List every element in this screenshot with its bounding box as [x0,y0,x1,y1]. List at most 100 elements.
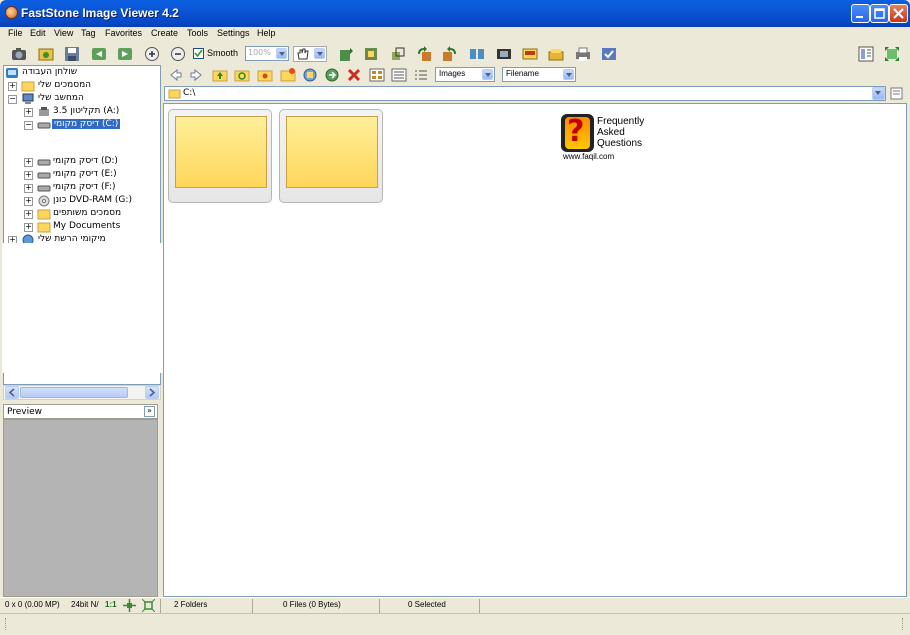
expand-icon[interactable]: + [24,171,33,180]
tree-item-label: דיסק מקומי (E:) [53,169,117,179]
tree-item-my-documents-en[interactable]: + My Documents [24,221,160,233]
zoom-in-icon[interactable] [144,46,160,62]
hand-tool-select[interactable] [293,46,327,62]
collapse-icon[interactable]: − [8,95,17,104]
thumbnail-browser[interactable] [163,103,907,597]
fullscreen-icon[interactable] [884,46,900,62]
compare-icon[interactable] [469,46,485,62]
menu-file[interactable]: File [8,28,23,38]
smooth-checkbox[interactable] [193,48,204,59]
layout-icon[interactable] [858,46,874,62]
address-path: C:\ [183,88,196,98]
rotate-cw-icon[interactable] [442,46,458,62]
expand-icon[interactable]: + [8,82,17,91]
tree-item-floppy-a[interactable]: + תקליטון 3.5 (A:) [24,106,160,118]
expand-icon[interactable]: + [24,210,33,219]
tree-item-local-disk-f[interactable]: + דיסק מקומי (F:) [24,182,160,194]
scroll-left-icon[interactable] [5,386,19,399]
crop-icon[interactable] [363,46,379,62]
sort-by-select[interactable]: Filename [502,67,576,82]
details-view-icon[interactable] [413,67,429,83]
print-icon[interactable] [575,46,591,62]
menu-favorites[interactable]: Favorites [105,28,142,38]
previous-icon[interactable] [91,46,107,62]
title-bar[interactable]: FastStone Image Viewer 4.2 [0,0,910,27]
rotate-left-icon[interactable] [338,46,354,62]
resize-icon[interactable] [390,46,406,62]
menu-tools[interactable]: Tools [187,28,208,38]
zoom-select[interactable]: 100% [245,46,289,61]
refresh-folder-icon[interactable] [234,67,250,83]
hard-drive-icon [37,119,51,131]
up-folder-icon[interactable] [212,67,228,83]
collapse-icon[interactable]: − [24,121,33,130]
tree-item-local-disk-c[interactable]: − דיסק מקומי (C:) [24,119,160,131]
copy-to-icon[interactable] [302,67,318,83]
email-icon[interactable] [522,46,538,62]
delete-icon[interactable] [346,67,362,83]
next-icon[interactable] [117,46,133,62]
status-separator [379,599,380,613]
zoom-dropdown-arrow-icon[interactable] [276,48,287,59]
expand-icon[interactable]: + [24,108,33,117]
menu-create[interactable]: Create [151,28,178,38]
scrollbar-thumb[interactable] [20,387,128,398]
app-icon[interactable] [5,6,18,19]
expand-icon[interactable]: + [24,197,33,206]
open-folder-icon[interactable] [38,46,54,62]
settings-icon[interactable] [601,46,617,62]
tree-horizontal-scrollbar[interactable] [3,385,161,400]
sort-dropdown-arrow-icon[interactable] [563,69,574,80]
tree-item-shared-documents[interactable]: + מסמכים משותפים [24,208,160,220]
favorite-folder-icon[interactable] [257,67,273,83]
window-title: FastStone Image Viewer 4.2 [21,6,179,20]
grip-left-icon [5,618,7,630]
tree-item-label: תקליטון 3.5 (A:) [53,106,120,116]
menu-view[interactable]: View [54,28,73,38]
address-bar[interactable]: C:\ [164,86,886,101]
menu-help[interactable]: Help [257,28,276,38]
tree-item-local-disk-e[interactable]: + דיסק מקומי (E:) [24,169,160,181]
expand-icon[interactable]: + [24,184,33,193]
slideshow-icon[interactable] [496,46,512,62]
folder-options-icon[interactable] [889,86,904,101]
maximize-button[interactable] [870,4,889,23]
save-icon[interactable] [64,46,80,62]
move-to-icon[interactable] [324,67,340,83]
scroll-right-icon[interactable] [145,386,159,399]
menu-edit[interactable]: Edit [30,28,46,38]
zoom-out-icon[interactable] [170,46,186,62]
expand-icon[interactable]: + [24,158,33,167]
rotate-ccw-icon[interactable] [416,46,432,62]
menu-tag[interactable]: Tag [81,28,96,38]
grip-right-icon [902,618,904,630]
address-dropdown-arrow-icon[interactable] [872,87,885,100]
tree-item-dvd-g[interactable]: + כונן DVD-RAM (G:) [24,195,160,207]
back-arrow-icon[interactable] [167,67,183,83]
tree-item-my-computer[interactable]: − המחשב שלי [8,93,158,105]
tree-item-desktop[interactable]: שולחן העבודה [5,67,155,79]
folder-thumbnail[interactable] [279,109,383,203]
menu-bar: File Edit View Tag Favorites Create Tool… [0,27,910,43]
thumbnail-view-icon[interactable] [369,67,385,83]
forward-arrow-icon[interactable] [189,67,205,83]
camera-icon[interactable] [11,46,27,62]
expand-icon[interactable]: + [24,223,33,232]
folder-thumbnail[interactable] [168,109,272,203]
scan-icon[interactable] [548,46,564,62]
tree-item-local-disk-d[interactable]: + דיסק מקומי (D:) [24,156,160,168]
minimize-button[interactable] [851,4,870,23]
new-folder-icon[interactable] [280,67,296,83]
image-info: 0 x 0 (0.00 MP) [5,600,60,609]
collapse-chevron-icon[interactable]: » [144,406,155,417]
file-type-filter-select[interactable]: Images [435,67,495,82]
close-button[interactable] [889,4,908,23]
hard-drive-icon [37,182,51,194]
actual-size-button[interactable]: 1:1 [105,600,117,609]
hand-tool-dropdown-arrow-icon[interactable] [314,48,325,59]
tree-item-my-documents[interactable]: + המסמכים שלי [8,80,158,92]
list-view-icon[interactable] [391,67,407,83]
menu-settings[interactable]: Settings [217,28,250,38]
folder-icon [168,88,181,102]
filter-dropdown-arrow-icon[interactable] [482,69,493,80]
